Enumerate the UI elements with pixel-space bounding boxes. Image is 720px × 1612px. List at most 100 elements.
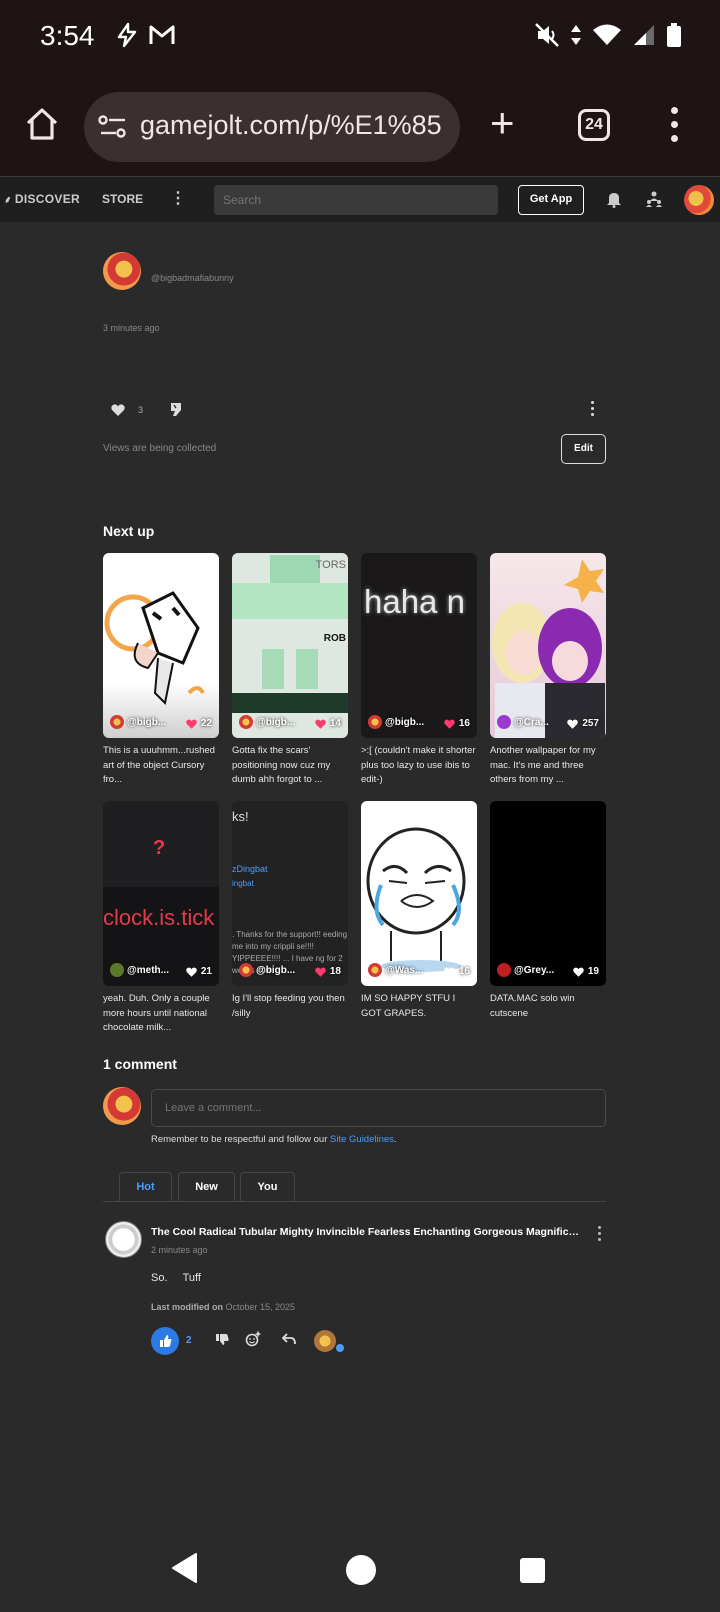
card-author-avatar bbox=[497, 963, 511, 977]
card-thumbnail[interactable]: haha n @bigb... 16 bbox=[361, 553, 477, 738]
card-thumbnail[interactable]: ks! zDingbat ingbat . Thanks for the sup… bbox=[232, 801, 348, 986]
thumbnail-label: clock.is.tick bbox=[103, 905, 215, 930]
comment-sort-tabs: Hot New You bbox=[103, 1172, 606, 1202]
add-reaction-icon[interactable] bbox=[245, 1331, 261, 1347]
heart-icon bbox=[573, 967, 584, 977]
card-thumbnail[interactable]: @Was... 16 bbox=[361, 801, 477, 986]
thumbnail-label: TORS bbox=[315, 559, 346, 571]
back-icon[interactable] bbox=[170, 1552, 198, 1584]
nav-discover[interactable]: ⸙ DISCOVER bbox=[4, 192, 80, 206]
card-thumbnail[interactable]: ? clock.is.tick @meth... 21 bbox=[103, 801, 219, 986]
url-text[interactable]: gamejolt.com/p/%E1%85 bbox=[140, 110, 442, 141]
card-likes: 16 bbox=[444, 718, 470, 729]
next-up-card[interactable]: @bigb... 22 This is a uuuhmm...rushed ar… bbox=[103, 553, 219, 788]
next-up-card[interactable]: @Cra... 257 Another wallpaper for my mac… bbox=[490, 553, 606, 788]
card-author-name: @bigb... bbox=[127, 716, 167, 728]
comments-heading: 1 comment bbox=[103, 1056, 177, 1072]
liker-avatar[interactable] bbox=[314, 1330, 336, 1352]
tab-hot[interactable]: Hot bbox=[119, 1172, 172, 1202]
tab-new[interactable]: New bbox=[178, 1172, 235, 1202]
next-up-card[interactable]: haha n @bigb... 16 >:[ (couldn't make it… bbox=[361, 553, 477, 788]
discover-icon: ⸙ bbox=[4, 195, 15, 206]
views-status: Views are being collected bbox=[103, 443, 217, 454]
post-author-username[interactable]: @bigbadmafiabunny bbox=[151, 273, 234, 283]
card-author-avatar bbox=[110, 963, 124, 977]
guidelines-period: . bbox=[393, 1134, 397, 1145]
next-up-card[interactable]: ? clock.is.tick @meth... 21 yeah. Duh. O… bbox=[103, 801, 219, 1036]
post-author-avatar[interactable] bbox=[103, 252, 141, 290]
friends-icon[interactable] bbox=[645, 190, 663, 208]
card-caption: DATA.MAC solo win cutscene bbox=[490, 993, 575, 1019]
card-caption: >:[ (couldn't make it shorter plus too l… bbox=[361, 745, 476, 785]
card-thumbnail[interactable]: TORS ROB @bigb... 14 bbox=[232, 553, 348, 738]
modified-label: Last modified on bbox=[151, 1302, 223, 1312]
heart-icon bbox=[315, 967, 326, 977]
post-like-count: 3 bbox=[138, 405, 144, 415]
new-tab-button[interactable]: + bbox=[490, 102, 515, 144]
commenter-name[interactable]: The Cool Radical Tubular Mighty Invincib… bbox=[151, 1226, 581, 1238]
heart-icon bbox=[444, 719, 455, 729]
charge-icon[interactable] bbox=[169, 401, 183, 417]
post-timestamp: 3 minutes ago bbox=[103, 323, 160, 333]
card-author-name: @Grey... bbox=[514, 964, 555, 976]
tab-you[interactable]: You bbox=[240, 1172, 295, 1202]
reply-icon[interactable] bbox=[282, 1332, 296, 1346]
browser-toolbar: gamejolt.com/p/%E1%85 + 24 bbox=[0, 80, 720, 176]
card-author-avatar bbox=[368, 715, 382, 729]
tab-switcher-button[interactable]: 24 bbox=[578, 109, 610, 141]
bell-icon[interactable] bbox=[606, 190, 622, 208]
card-author: @bigb... bbox=[368, 715, 424, 729]
thumbs-down-icon[interactable] bbox=[215, 1333, 229, 1347]
comment-input[interactable] bbox=[151, 1089, 606, 1127]
next-up-card[interactable]: ks! zDingbat ingbat . Thanks for the sup… bbox=[232, 801, 348, 1036]
comment-timestamp: 2 minutes ago bbox=[151, 1245, 208, 1255]
post-more-icon[interactable] bbox=[589, 401, 595, 419]
search-input[interactable] bbox=[214, 185, 498, 215]
card-author: @meth... bbox=[110, 963, 169, 977]
address-bar[interactable]: gamejolt.com/p/%E1%85 bbox=[84, 92, 460, 162]
heart-icon[interactable] bbox=[111, 404, 125, 416]
site-nav: ⸙ DISCOVER STORE ⋮ Get App bbox=[0, 176, 720, 222]
card-author: @Cra... bbox=[497, 715, 549, 729]
data-arrows-icon bbox=[571, 25, 581, 45]
next-up-card[interactable]: @Grey... 19 DATA.MAC solo win cutscene bbox=[490, 801, 606, 1036]
nav-store[interactable]: STORE bbox=[102, 192, 143, 206]
comment-like-button[interactable] bbox=[151, 1327, 179, 1355]
site-guidelines-link[interactable]: Site Guidelines bbox=[330, 1134, 394, 1145]
guidelines-text: Remember to be respectful and follow our bbox=[151, 1134, 331, 1145]
card-author: @Grey... bbox=[497, 963, 554, 977]
thumbnail-art bbox=[262, 649, 284, 689]
card-caption: Ig I'll stop feeding you then /silly bbox=[232, 993, 345, 1019]
edit-button[interactable]: Edit bbox=[561, 434, 606, 464]
card-likes: 21 bbox=[186, 966, 212, 977]
user-avatar[interactable] bbox=[684, 185, 714, 215]
card-like-count: 18 bbox=[329, 966, 341, 977]
recents-button[interactable] bbox=[520, 1558, 545, 1583]
status-left-icons bbox=[114, 22, 176, 48]
get-app-button[interactable]: Get App bbox=[518, 185, 584, 215]
nav-more-icon[interactable]: ⋮ bbox=[170, 188, 186, 208]
home-icon[interactable] bbox=[24, 106, 60, 142]
card-thumbnail[interactable]: @Cra... 257 bbox=[490, 553, 606, 738]
thumbnail-label: zDingbat bbox=[232, 864, 268, 874]
next-up-heading: Next up bbox=[103, 523, 155, 539]
site-settings-icon[interactable] bbox=[98, 113, 128, 141]
liker-heart-icon bbox=[336, 1344, 344, 1352]
thumbnail-label: haha n bbox=[364, 583, 465, 620]
card-author-name: @bigb... bbox=[256, 964, 296, 976]
card-like-count: 19 bbox=[587, 966, 599, 977]
comment-more-icon[interactable] bbox=[596, 1226, 602, 1244]
heart-icon bbox=[186, 719, 197, 729]
thumbs-up-icon bbox=[160, 1335, 172, 1347]
card-author-name: @Was... bbox=[385, 964, 424, 976]
card-thumbnail[interactable]: @Grey... 19 bbox=[490, 801, 606, 986]
next-up-card[interactable]: @Was... 16 IM SO HAPPY STFU I GOT GRAPES… bbox=[361, 801, 477, 1036]
card-thumbnail[interactable]: @bigb... 22 bbox=[103, 553, 219, 738]
next-up-card[interactable]: TORS ROB @bigb... 14 Gotta fix the scars… bbox=[232, 553, 348, 788]
commenter-avatar[interactable] bbox=[105, 1221, 142, 1258]
heart-icon bbox=[186, 967, 197, 977]
home-nav-button[interactable] bbox=[346, 1555, 376, 1585]
thumbnail-art bbox=[232, 693, 348, 713]
browser-menu-icon[interactable] bbox=[668, 104, 680, 148]
card-like-count: 14 bbox=[329, 718, 341, 729]
